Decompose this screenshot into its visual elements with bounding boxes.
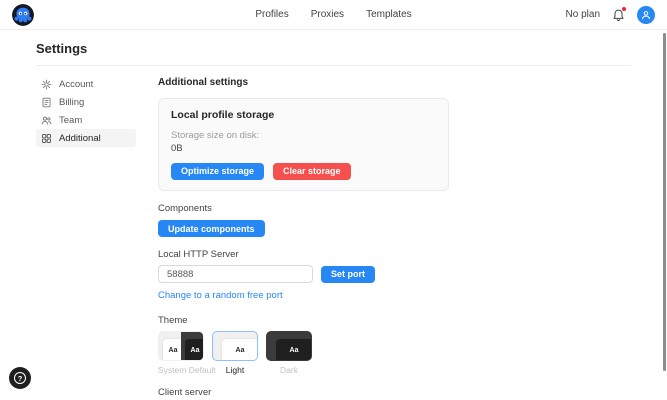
header-right: No plan — [566, 5, 655, 24]
theme-options: Aa Aa Aa Aa — [158, 331, 449, 362]
sidebar-item-label: Additional — [59, 132, 101, 144]
client-server-label: Client server — [158, 387, 212, 399]
nav-templates[interactable]: Templates — [366, 9, 412, 20]
main-nav: Profiles Proxies Templates — [255, 9, 411, 20]
set-port-button[interactable]: Set port — [321, 265, 376, 283]
sidebar-item-additional[interactable]: Additional — [36, 129, 136, 147]
sidebar-item-label: Team — [59, 114, 83, 126]
theme-sample: Aa — [276, 339, 311, 361]
port-input[interactable] — [158, 265, 313, 284]
sidebar-item-label: Billing — [59, 96, 85, 108]
grid-icon — [42, 133, 51, 143]
theme-label: Theme — [158, 315, 188, 327]
clear-storage-button[interactable]: Clear storage — [273, 162, 351, 180]
sidebar-item-billing[interactable]: Billing — [36, 93, 136, 111]
octopus-logo-icon[interactable] — [12, 3, 34, 26]
sidebar-item-label: Account — [59, 78, 94, 90]
theme-sample: Aa — [163, 339, 181, 361]
billing-icon — [42, 97, 51, 107]
optimize-storage-button[interactable]: Optimize storage — [171, 162, 265, 180]
gear-icon — [41, 79, 52, 89]
storage-size-value: 0B — [171, 142, 183, 154]
question-mark-icon: ? — [14, 372, 26, 384]
sidebar-item-account[interactable]: Account — [36, 75, 136, 93]
theme-option-system-default[interactable]: Aa Aa — [158, 331, 204, 362]
additional-settings-panel: Additional settings Local profile storag… — [158, 75, 449, 400]
storage-size-label: Storage size on disk: — [171, 130, 260, 141]
storage-card-title: Local profile storage — [171, 109, 275, 121]
top-bar: Profiles Proxies Templates No plan — [0, 0, 667, 30]
theme-sample: Aa — [185, 339, 203, 361]
sidebar-item-team[interactable]: Team — [36, 111, 136, 129]
theme-option-label-light: Light — [225, 365, 245, 376]
plan-status[interactable]: No plan — [566, 9, 600, 20]
theme-option-label-dark: Dark — [280, 365, 298, 376]
account-avatar[interactable] — [637, 5, 655, 24]
theme-option-label-system-default: System Default — [158, 365, 216, 376]
page-title: Settings — [36, 41, 88, 56]
section-title: Additional settings — [158, 77, 248, 88]
notification-dot — [622, 6, 626, 11]
notifications-bell-icon[interactable] — [612, 6, 626, 22]
help-button[interactable]: ? — [9, 367, 31, 389]
vertical-scrollbar[interactable] — [663, 33, 666, 371]
components-label: Components — [158, 202, 212, 214]
nav-profiles[interactable]: Profiles — [255, 9, 288, 20]
nav-proxies[interactable]: Proxies — [311, 9, 344, 20]
random-port-link[interactable]: Change to a random free port — [158, 290, 283, 301]
local-profile-storage-card: Local profile storage Storage size on di… — [158, 98, 449, 191]
http-server-label: Local HTTP Server — [158, 249, 239, 261]
team-icon — [41, 116, 52, 125]
theme-sample: Aa — [222, 339, 257, 361]
theme-option-light[interactable]: Aa — [212, 331, 258, 362]
settings-sidebar: Account Billing Team Additional — [36, 75, 136, 400]
theme-option-dark[interactable]: Aa — [266, 331, 312, 362]
update-components-button[interactable]: Update components — [158, 220, 265, 238]
